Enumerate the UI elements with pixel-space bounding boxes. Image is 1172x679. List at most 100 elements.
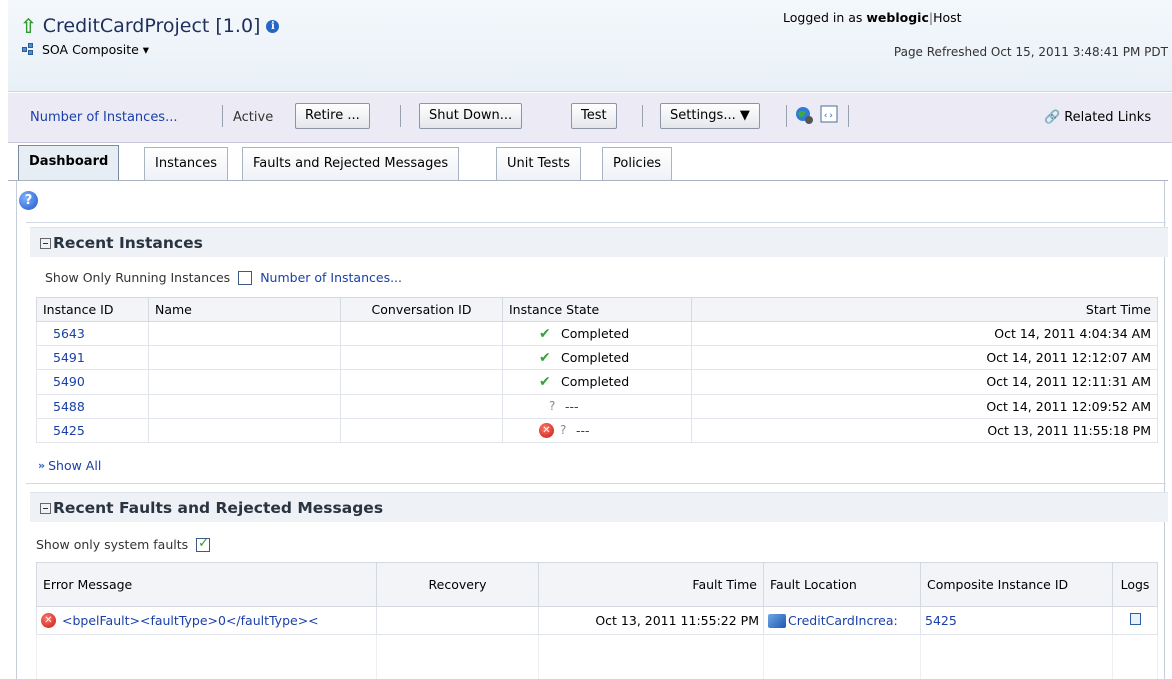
- show-all-label: Show All: [48, 458, 102, 473]
- soa-composite-icon: [22, 42, 38, 57]
- instance-state: ✕? ---: [509, 422, 685, 438]
- settings-button[interactable]: Settings... ▼: [660, 103, 760, 129]
- wsdl-icon[interactable]: ‹›: [820, 105, 840, 125]
- start-time: Oct 14, 2011 12:09:52 AM: [691, 393, 1158, 419]
- soa-composite-label: SOA Composite: [42, 42, 139, 57]
- instance-id-link[interactable]: 5490: [53, 374, 85, 389]
- recent-faults-header[interactable]: Recent Faults and Rejected Messages: [30, 492, 1168, 522]
- recent-instances-title: Recent Instances: [53, 234, 203, 252]
- instance-id-link[interactable]: 5643: [53, 326, 85, 341]
- deploy-globe-icon[interactable]: [794, 105, 814, 125]
- toolbar-divider: [222, 105, 223, 127]
- instance-id-link[interactable]: 5425: [53, 423, 85, 438]
- instance-name: [148, 393, 341, 419]
- page-header: ⇧ CreditCardProject [1.0] i SOA Composit…: [8, 0, 1172, 92]
- conversation-id: [340, 320, 503, 347]
- system-faults-checkbox[interactable]: [196, 536, 211, 552]
- help-icon[interactable]: ?: [19, 191, 38, 210]
- instances-link[interactable]: Number of Instances...: [260, 270, 402, 285]
- conversation-id: [340, 345, 503, 371]
- instance-state: ✔ Completed: [509, 326, 685, 342]
- instance-state-label: Completed: [561, 374, 630, 390]
- system-faults-filter: Show only system faults: [36, 536, 211, 552]
- instance-name: [148, 345, 341, 371]
- composite-title: CreditCardProject [1.0]: [42, 15, 261, 37]
- col-fault-location[interactable]: Fault Location: [763, 562, 921, 607]
- empty-row: [36, 634, 1158, 679]
- start-time: Oct 14, 2011 4:04:34 AM: [691, 320, 1158, 347]
- system-faults-label: Show only system faults: [36, 537, 189, 552]
- soa-composite-menu[interactable]: SOA Composite ▾: [22, 42, 149, 57]
- col-error-message[interactable]: Error Message: [36, 562, 377, 607]
- retire-button[interactable]: Retire ...: [295, 103, 370, 129]
- host-link[interactable]: Host: [933, 10, 961, 25]
- instance-name: [148, 320, 341, 347]
- col-instance-id[interactable]: Instance ID: [36, 297, 149, 322]
- divider: [26, 222, 1166, 223]
- check-icon: ✔: [539, 373, 551, 390]
- instance-id-link[interactable]: 5488: [53, 399, 85, 414]
- toolbar-divider: [400, 105, 401, 127]
- status-active: Active: [233, 110, 274, 125]
- start-time: Oct 13, 2011 11:55:18 PM: [691, 417, 1158, 443]
- conversation-id: [340, 393, 503, 419]
- col-conversation-id[interactable]: Conversation ID: [340, 297, 503, 322]
- table-header-row: Instance ID Name Conversation ID Instanc…: [36, 297, 1158, 322]
- toolbar-divider: [786, 105, 787, 127]
- instance-state: ✔ Completed: [509, 374, 685, 390]
- col-start-time[interactable]: Start Time: [691, 297, 1158, 322]
- number-of-instances-link[interactable]: Number of Instances...: [30, 110, 177, 125]
- table-row: 5490 ✔ Completed Oct 14, 2011 12:11:31 AM: [36, 369, 1158, 395]
- log-icon[interactable]: [1129, 613, 1141, 625]
- info-icon[interactable]: i: [266, 19, 280, 33]
- instance-state-label: Completed: [561, 350, 630, 366]
- tab-dashboard[interactable]: Dashboard: [18, 145, 120, 181]
- conversation-id: [340, 369, 503, 395]
- up-arrow-icon[interactable]: ⇧: [20, 14, 37, 38]
- recent-instances-header[interactable]: Recent Instances: [30, 227, 1168, 257]
- running-label: Show Only Running Instances: [45, 270, 231, 285]
- collapse-icon[interactable]: [40, 503, 51, 514]
- page-title: ⇧ CreditCardProject [1.0] i: [20, 14, 280, 38]
- composite-instance-link[interactable]: 5425: [925, 613, 957, 628]
- error-message-link[interactable]: <bpelFault><faultType>0</faultType><: [62, 613, 319, 628]
- toolbar: Number of Instances... Active Retire ...…: [8, 93, 1172, 143]
- start-time: Oct 14, 2011 12:11:31 AM: [691, 369, 1158, 395]
- col-name[interactable]: Name: [148, 297, 341, 322]
- instance-id-link[interactable]: 5491: [53, 350, 85, 365]
- start-time: Oct 14, 2011 12:12:07 AM: [691, 345, 1158, 371]
- related-links[interactable]: 🔗 Related Links: [1044, 110, 1151, 125]
- col-composite-instance-id[interactable]: Composite Instance ID: [920, 562, 1113, 607]
- col-logs[interactable]: Logs: [1112, 562, 1158, 607]
- running-filter: Show Only Running Instances Number of In…: [45, 270, 402, 285]
- instance-name: [148, 369, 341, 395]
- tab-policies[interactable]: Policies: [602, 147, 673, 181]
- tab-faults[interactable]: Faults and Rejected Messages: [242, 147, 460, 181]
- recent-faults-title: Recent Faults and Rejected Messages: [53, 499, 384, 517]
- chevron-down-icon: ▾: [142, 42, 150, 57]
- col-recovery[interactable]: Recovery: [376, 562, 539, 607]
- table-row: ✕ <bpelFault><faultType>0</faultType>< Oct…: [36, 606, 1158, 635]
- svg-text:‹›: ‹›: [823, 111, 834, 121]
- col-instance-state[interactable]: Instance State: [502, 297, 692, 322]
- toolbar-divider: [848, 105, 849, 127]
- chain-link-icon: 🔗: [1044, 110, 1061, 125]
- table-row: 5425 ✕? --- Oct 13, 2011 11:55:18 PM: [36, 417, 1158, 443]
- collapse-icon[interactable]: [40, 238, 51, 249]
- test-button[interactable]: Test: [571, 103, 617, 129]
- col-fault-time[interactable]: Fault Time: [538, 562, 764, 607]
- tab-unit-tests[interactable]: Unit Tests: [496, 147, 581, 181]
- unknown-state-icon: ?: [560, 423, 567, 438]
- instance-name: [148, 417, 341, 443]
- running-checkbox[interactable]: [238, 270, 253, 285]
- fault-location-link[interactable]: CreditCardIncrea:: [788, 613, 898, 628]
- tab-instances[interactable]: Instances: [144, 147, 229, 181]
- error-icon: ✕: [41, 613, 56, 628]
- shutdown-button[interactable]: Shut Down...: [419, 103, 523, 129]
- instance-state-label[interactable]: ---: [576, 423, 590, 438]
- check-icon: ✔: [539, 349, 551, 366]
- page-refreshed: Page Refreshed Oct 15, 2011 3:48:41 PM P…: [893, 45, 1168, 59]
- check-icon: ✔: [539, 325, 551, 342]
- show-all-link[interactable]: » Show All: [38, 458, 101, 473]
- instance-state-label[interactable]: ---: [565, 399, 579, 414]
